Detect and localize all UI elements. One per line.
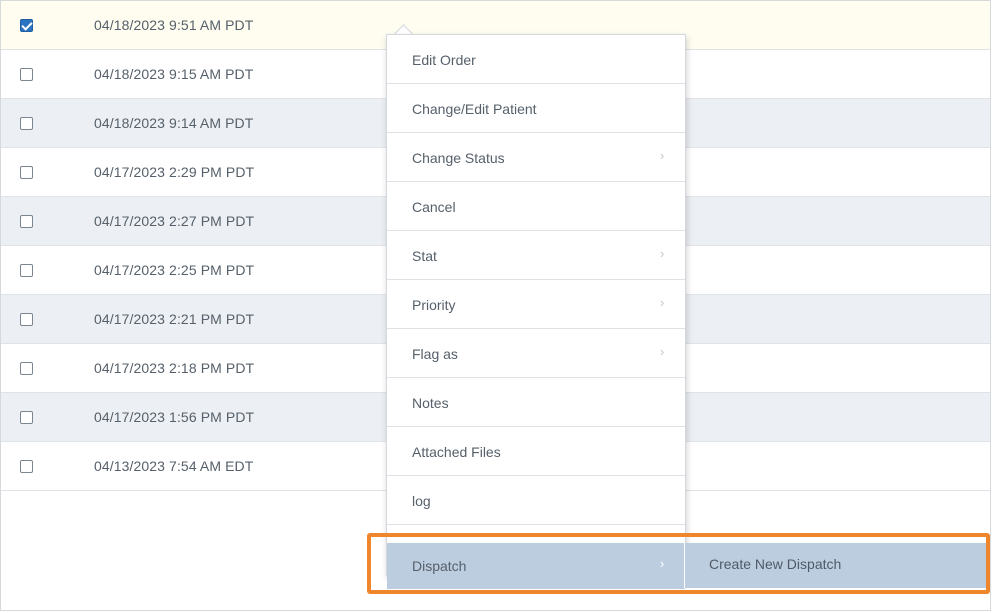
menu-item-label: Change Status xyxy=(412,150,505,166)
row-checkbox[interactable] xyxy=(20,166,33,179)
chevron-right-icon: › xyxy=(660,344,665,359)
chevron-right-icon: › xyxy=(660,295,665,310)
context-menu: Edit Order Change/Edit Patient Change St… xyxy=(386,34,686,589)
menu-item-label: Stat xyxy=(412,248,437,264)
menu-item-attached-files[interactable]: Attached Files xyxy=(387,427,685,476)
menu-item-flag-as[interactable]: Flag as › xyxy=(387,329,685,378)
chevron-right-icon: › xyxy=(660,246,665,261)
row-checkbox[interactable] xyxy=(20,460,33,473)
menu-item-notes[interactable]: Notes xyxy=(387,378,685,427)
menu-item-edit-order[interactable]: Edit Order xyxy=(387,35,685,84)
menu-item-dispatch[interactable]: Dispatch › xyxy=(387,543,685,589)
menu-item-log[interactable]: log xyxy=(387,476,685,525)
row-checkbox[interactable] xyxy=(20,215,33,228)
order-date: 04/17/2023 2:18 PM PDT xyxy=(94,360,255,376)
menu-item-label: Cancel xyxy=(412,199,456,215)
order-date: 04/18/2023 9:51 AM PDT xyxy=(94,17,254,33)
order-date: 04/17/2023 2:25 PM PDT xyxy=(94,262,255,278)
menu-item-priority[interactable]: Priority › xyxy=(387,280,685,329)
menu-item-label: Attached Files xyxy=(412,444,501,460)
menu-item-cancel[interactable]: Cancel xyxy=(387,182,685,231)
menu-item-label: Edit Order xyxy=(412,52,476,68)
order-date: 04/17/2023 1:56 PM PDT xyxy=(94,409,255,425)
menu-item-label: Change/Edit Patient xyxy=(412,101,537,117)
menu-item-label: Dispatch xyxy=(412,558,467,574)
row-checkbox[interactable] xyxy=(20,411,33,424)
row-checkbox[interactable] xyxy=(20,117,33,130)
row-checkbox[interactable] xyxy=(20,313,33,326)
chevron-right-icon: › xyxy=(660,556,665,571)
menu-item-label: Flag as xyxy=(412,346,458,362)
row-checkbox[interactable] xyxy=(20,264,33,277)
menu-item-change-edit-patient[interactable]: Change/Edit Patient xyxy=(387,84,685,133)
submenu-item-create-new-dispatch[interactable]: Create New Dispatch xyxy=(709,556,841,572)
menu-item-label: log xyxy=(412,493,431,509)
dispatch-submenu: Create New Dispatch xyxy=(684,543,988,588)
chevron-right-icon: › xyxy=(660,148,665,163)
menu-item-change-status[interactable]: Change Status › xyxy=(387,133,685,182)
row-checkbox[interactable] xyxy=(20,362,33,375)
order-date: 04/17/2023 2:29 PM PDT xyxy=(94,164,255,180)
menu-item-stat[interactable]: Stat › xyxy=(387,231,685,280)
row-checkbox[interactable] xyxy=(20,19,33,32)
row-checkbox[interactable] xyxy=(20,68,33,81)
order-date: 04/13/2023 7:54 AM EDT xyxy=(94,458,254,474)
order-date: 04/17/2023 2:21 PM PDT xyxy=(94,311,255,327)
order-date: 04/18/2023 9:14 AM PDT xyxy=(94,115,254,131)
menu-item-label: Notes xyxy=(412,395,449,411)
order-date: 04/18/2023 9:15 AM PDT xyxy=(94,66,254,82)
order-date: 04/17/2023 2:27 PM PDT xyxy=(94,213,255,229)
menu-item-label: Priority xyxy=(412,297,456,313)
